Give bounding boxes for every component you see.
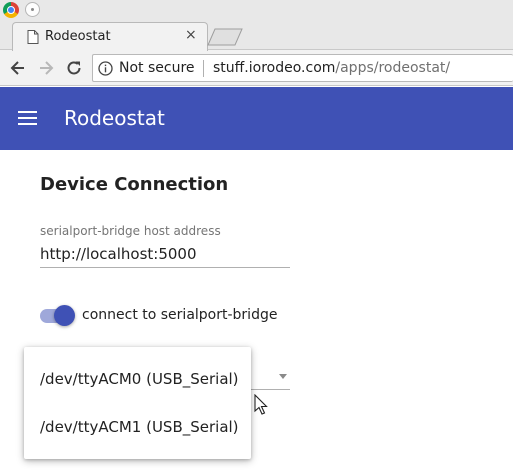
url-text[interactable]: stuff.iorodeo.com/apps/rodeostat/ (213, 60, 450, 76)
mouse-cursor-icon (254, 394, 268, 415)
tab-strip: Rodeostat × (0, 20, 513, 51)
arrow-left-icon[interactable] (8, 58, 28, 78)
port-option[interactable]: /dev/ttyACM1 (USB_Serial) (24, 403, 251, 451)
host-address-label: serialport-bridge host address (40, 224, 221, 238)
toggle-label: connect to serialport-bridge (82, 307, 278, 323)
hamburger-menu-icon[interactable] (18, 110, 38, 126)
main-content: Device Connection serialport-bridge host… (0, 150, 513, 475)
chrome-logo-icon (3, 2, 19, 18)
browser-chrome: Rodeostat × Not secure stuff.iorodeo.com… (0, 0, 513, 86)
url-path: /apps/rodeostat/ (335, 60, 451, 76)
address-divider (203, 60, 204, 77)
port-dropdown-menu: /dev/ttyACM0 (USB_Serial) /dev/ttyACM1 (… (24, 347, 251, 459)
serialport-bridge-toggle[interactable] (40, 305, 76, 327)
port-select-underline[interactable] (250, 389, 290, 390)
tab-close-icon[interactable]: × (185, 27, 197, 43)
tab-title: Rodeostat (45, 29, 111, 44)
browser-tab[interactable]: Rodeostat × (12, 22, 208, 51)
port-option[interactable]: /dev/ttyACM0 (USB_Serial) (24, 355, 251, 403)
address-bar[interactable]: Not secure stuff.iorodeo.com/apps/rodeos… (92, 54, 513, 82)
page-icon (27, 30, 39, 44)
toggle-thumb (54, 305, 75, 326)
host-address-input[interactable] (40, 240, 290, 268)
info-icon[interactable] (98, 61, 113, 76)
app-toolbar: Rodeostat (0, 87, 513, 150)
url-host: stuff.iorodeo.com (213, 60, 336, 76)
chevron-down-icon[interactable] (279, 374, 287, 379)
reload-icon[interactable] (64, 58, 84, 78)
security-label[interactable]: Not secure (119, 60, 195, 76)
app-title: Rodeostat (64, 106, 165, 130)
new-tab-button[interactable] (207, 28, 243, 46)
window-button[interactable] (25, 2, 40, 17)
section-heading: Device Connection (40, 174, 229, 195)
browser-toolbar: Not secure stuff.iorodeo.com/apps/rodeos… (0, 51, 513, 86)
window-titlebar (0, 0, 513, 20)
arrow-right-icon[interactable] (36, 58, 56, 78)
